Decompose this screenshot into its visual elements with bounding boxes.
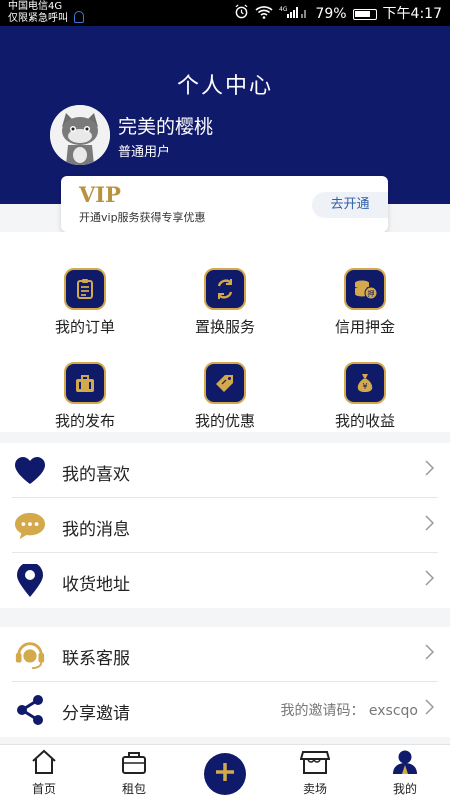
list-section-support: 联系客服 分享邀请 我的邀请码： exscqo: [0, 627, 450, 737]
grid-item-earnings[interactable]: ¥ 我的收益: [290, 362, 440, 431]
chevron-right-icon: [424, 699, 435, 720]
list-label-messages: 我的消息: [62, 520, 130, 540]
order-clipboard-icon: [64, 268, 106, 310]
bottom-nav: 首页 租包 卖场 我的: [0, 744, 450, 800]
home-icon: [14, 749, 74, 779]
chat-bubble-icon: [14, 510, 46, 542]
grid-item-coupons[interactable]: 我的优惠: [150, 362, 300, 431]
svg-text:¥: ¥: [362, 382, 367, 391]
vip-open-button[interactable]: 去开通: [312, 192, 388, 218]
vip-card[interactable]: VIP 开通vip服务获得专享优惠 去开通: [61, 176, 388, 232]
nav-home[interactable]: 首页: [14, 749, 74, 797]
status-indicators: 4G 79% 下午4:17: [234, 4, 442, 24]
nav-label-mine: 我的: [392, 782, 417, 796]
grid-label-orders: 我的订单: [54, 318, 115, 336]
location-pin-icon: [14, 564, 46, 597]
chevron-right-icon: [424, 570, 435, 591]
nav-mine[interactable]: 我的: [375, 749, 435, 797]
grid-label-deposit: 信用押金: [334, 318, 395, 336]
grid-item-orders[interactable]: 我的订单: [10, 268, 160, 337]
grid-label-coupons: 我的优惠: [194, 412, 255, 430]
user-icon: [375, 749, 435, 779]
clock: 下午4:17: [382, 6, 442, 22]
invite-code: 我的邀请码： exscqo: [280, 703, 418, 719]
heart-icon: [14, 455, 46, 487]
vip-title: VIP: [79, 182, 121, 207]
grid-item-publish[interactable]: 我的发布: [10, 362, 160, 431]
briefcase-icon: [64, 362, 106, 404]
battery-icon: [352, 8, 377, 20]
coupon-tag-icon: [204, 362, 246, 404]
signal-icon: 4G: [279, 5, 309, 24]
grid-label-publish: 我的发布: [54, 412, 115, 430]
exchange-arrows-icon: [204, 268, 246, 310]
nav-label-store: 卖场: [302, 782, 327, 796]
grid-item-exchange[interactable]: 置换服务: [150, 268, 300, 337]
chevron-right-icon: [424, 515, 435, 536]
wifi-icon: [255, 5, 273, 24]
chevron-right-icon: [424, 644, 435, 665]
plus-icon: [214, 761, 236, 787]
store-icon: [285, 749, 345, 779]
nav-label-home: 首页: [31, 782, 56, 796]
alarm-icon: [234, 4, 249, 24]
svg-text:4G: 4G: [279, 6, 288, 13]
svg-text:押: 押: [368, 289, 375, 298]
service-grid: 我的订单 置换服务 押 信用押金 我的发布 我的优惠 ¥ 我的收益: [0, 232, 450, 432]
avatar[interactable]: [50, 105, 110, 165]
user-level: 普通用户: [118, 145, 171, 160]
nav-add-button[interactable]: [204, 753, 246, 795]
nav-store[interactable]: 卖场: [285, 749, 345, 797]
battery-percent: 79%: [315, 6, 347, 22]
bag-icon: [104, 749, 164, 779]
carrier-name: 中国电信4G: [8, 1, 63, 12]
list-section-personal: 我的喜欢 我的消息 收货地址: [0, 443, 450, 608]
list-item-share-invite[interactable]: 分享邀请 我的邀请码： exscqo: [0, 682, 450, 737]
list-label-address: 收货地址: [62, 575, 130, 595]
sim-icon: [74, 11, 84, 23]
page-title: 个人中心: [176, 74, 273, 99]
user-name: 完美的樱桃: [118, 116, 214, 138]
carrier-info: 中国电信4G 仅限紧急呼叫: [8, 1, 84, 25]
list-item-messages[interactable]: 我的消息: [0, 498, 450, 553]
carrier-status: 仅限紧急呼叫: [8, 13, 68, 24]
deposit-coins-icon: 押: [344, 268, 386, 310]
status-bar: 中国电信4G 仅限紧急呼叫 4G 79% 下午4:17: [0, 0, 450, 26]
vip-description: 开通vip服务获得专享优惠: [79, 211, 206, 224]
grid-label-exchange: 置换服务: [194, 318, 255, 336]
grid-item-deposit[interactable]: 押 信用押金: [290, 268, 440, 337]
list-item-customer-service[interactable]: 联系客服: [0, 627, 450, 682]
list-label-customer-service: 联系客服: [62, 649, 130, 669]
list-item-favorites[interactable]: 我的喜欢: [0, 443, 450, 498]
money-bag-icon: ¥: [344, 362, 386, 404]
chevron-right-icon: [424, 460, 435, 481]
list-label-share-invite: 分享邀请: [62, 704, 130, 724]
share-icon: [14, 694, 46, 726]
grid-label-earnings: 我的收益: [334, 412, 395, 430]
list-label-favorites: 我的喜欢: [62, 465, 130, 485]
nav-rent[interactable]: 租包: [104, 749, 164, 797]
nav-label-rent: 租包: [121, 782, 146, 796]
list-item-address[interactable]: 收货地址: [0, 553, 450, 608]
headset-icon: [14, 639, 46, 671]
